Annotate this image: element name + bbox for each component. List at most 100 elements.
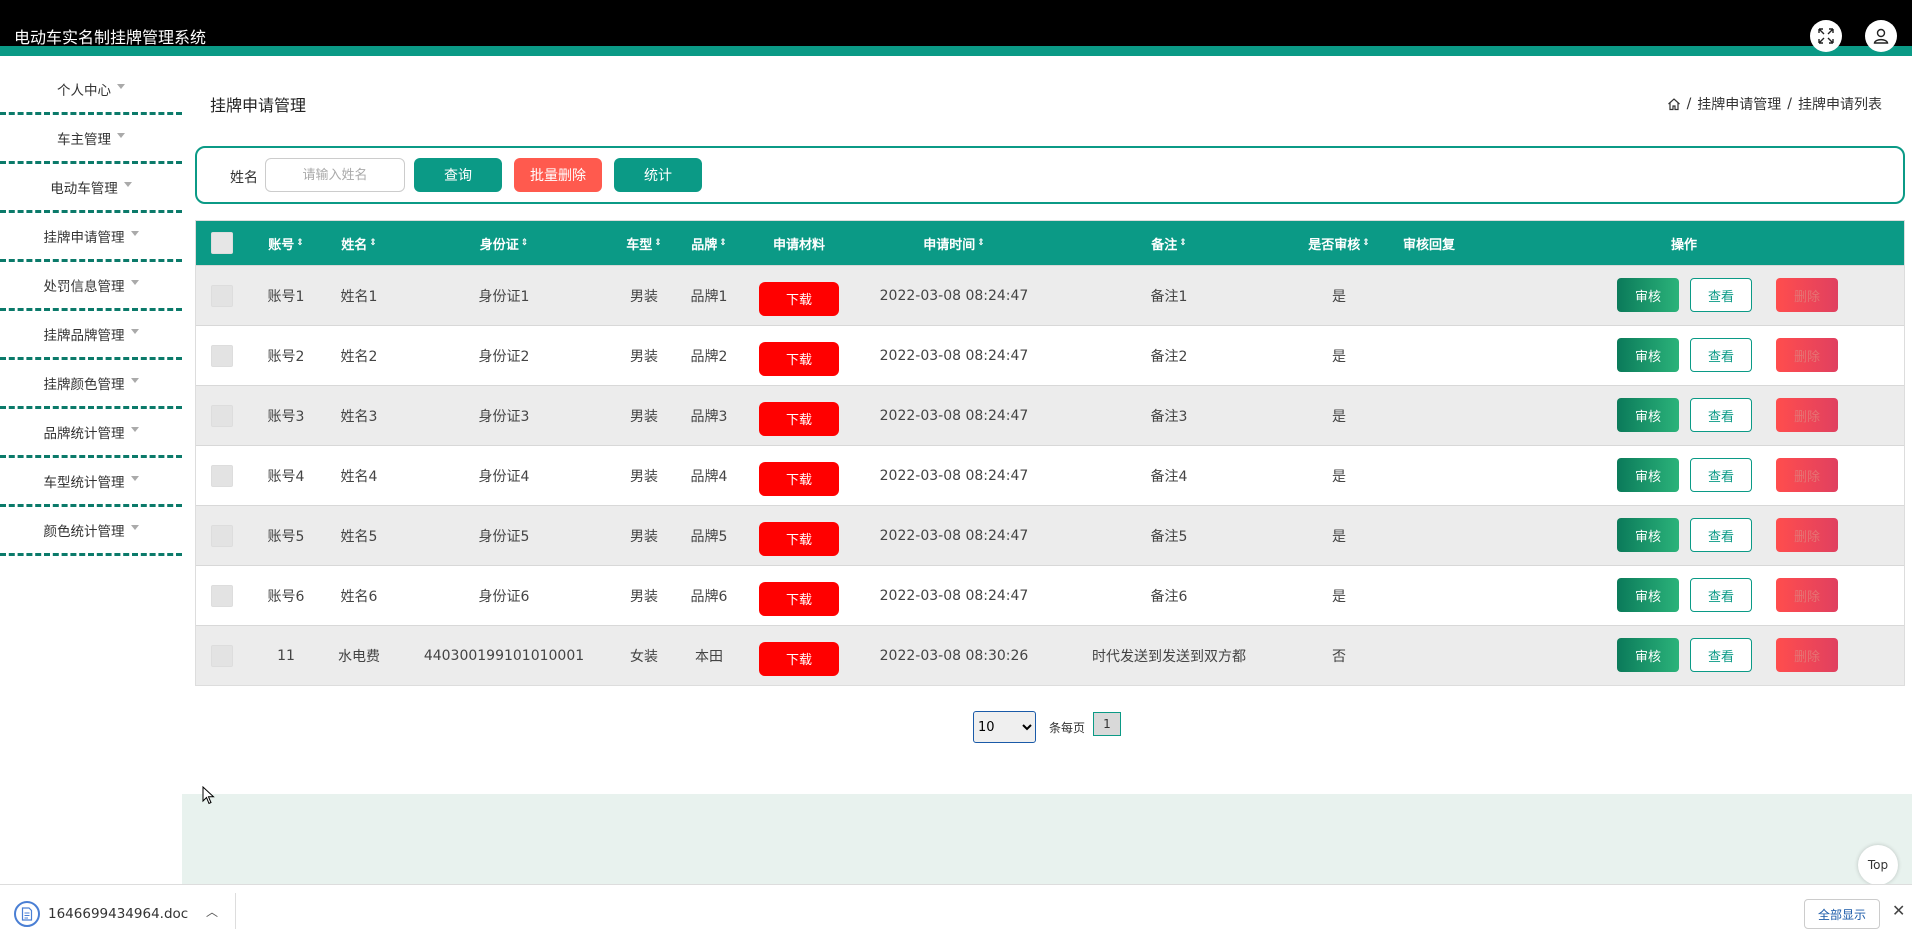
view-button[interactable]: 查看 bbox=[1690, 458, 1752, 492]
mouse-cursor-icon bbox=[202, 786, 215, 805]
audit-button[interactable]: 审核 bbox=[1617, 458, 1679, 492]
download-material-button[interactable]: 下载 bbox=[759, 401, 839, 436]
cell-reply bbox=[1394, 626, 1464, 685]
sidebar-item-plate-application[interactable]: 挂牌申请管理 bbox=[0, 213, 182, 262]
fullscreen-button[interactable] bbox=[1810, 20, 1842, 52]
row-checkbox[interactable] bbox=[211, 284, 233, 307]
header-reply: 审核回复 bbox=[1394, 221, 1464, 265]
sort-icon: ⇕ bbox=[654, 238, 662, 248]
sidebar-item-color-stats[interactable]: 颜色统计管理 bbox=[0, 507, 182, 556]
sidebar-item-personal-center[interactable]: 个人中心 bbox=[0, 66, 182, 115]
delete-button[interactable]: 删除 bbox=[1776, 278, 1838, 312]
delete-button[interactable]: 删除 bbox=[1776, 518, 1838, 552]
select-all-checkbox[interactable] bbox=[211, 232, 233, 254]
header-model[interactable]: 车型 ⇕ bbox=[614, 221, 674, 265]
user-button[interactable] bbox=[1865, 20, 1897, 52]
query-button[interactable]: 查询 bbox=[414, 158, 502, 192]
sidebar-item-plate-color[interactable]: 挂牌颜色管理 bbox=[0, 360, 182, 409]
row-checkbox[interactable] bbox=[211, 344, 233, 367]
header-label: 姓名 bbox=[341, 237, 368, 253]
breadcrumb-separator: / bbox=[1787, 96, 1792, 112]
audit-button[interactable]: 审核 bbox=[1617, 398, 1679, 432]
row-checkbox[interactable] bbox=[211, 464, 233, 487]
download-material-button[interactable]: 下载 bbox=[759, 521, 839, 556]
row-checkbox-cell bbox=[196, 626, 248, 685]
close-icon[interactable]: ✕ bbox=[1892, 901, 1905, 920]
sort-icon: ⇕ bbox=[719, 238, 727, 248]
back-to-top-button[interactable]: Top bbox=[1858, 845, 1898, 885]
audit-button[interactable]: 审核 bbox=[1617, 518, 1679, 552]
cell-model: 男装 bbox=[630, 528, 658, 545]
delete-button[interactable]: 删除 bbox=[1776, 458, 1838, 492]
sidebar-item-plate-brand[interactable]: 挂牌品牌管理 bbox=[0, 311, 182, 360]
download-material-button[interactable]: 下载 bbox=[759, 461, 839, 496]
page-number-button[interactable]: 1 bbox=[1093, 712, 1121, 736]
row-checkbox[interactable] bbox=[211, 584, 233, 607]
view-button[interactable]: 查看 bbox=[1690, 278, 1752, 312]
sidebar-item-label: 挂牌颜色管理 bbox=[43, 377, 125, 393]
cell-material: 下载 bbox=[744, 446, 854, 505]
table-row: 账号3 姓名3 身份证3 男装 品牌3 2022-03-08 08:24:47 备注3 是 下载… bbox=[196, 385, 1904, 445]
sort-icon: ⇕ bbox=[1362, 238, 1370, 248]
download-item[interactable]: 1646699434964.doc bbox=[14, 901, 188, 927]
cell-reply bbox=[1394, 506, 1464, 565]
audit-button[interactable]: 审核 bbox=[1617, 338, 1679, 372]
cell-model: 女装 bbox=[630, 648, 658, 665]
cell-brand: 品牌1 bbox=[690, 288, 728, 305]
row-checkbox[interactable] bbox=[211, 524, 233, 547]
header-brand[interactable]: 品牌 ⇕ bbox=[674, 221, 744, 265]
cell-time: 2022-03-08 08:24:47 bbox=[879, 287, 1029, 304]
stats-button[interactable]: 统计 bbox=[614, 158, 702, 192]
delete-button[interactable]: 删除 bbox=[1776, 398, 1838, 432]
delete-button[interactable]: 删除 bbox=[1776, 338, 1838, 372]
view-button[interactable]: 查看 bbox=[1690, 518, 1752, 552]
header-time[interactable]: 申请时间 ⇕ bbox=[854, 221, 1054, 265]
row-checkbox[interactable] bbox=[211, 404, 233, 427]
row-checkbox[interactable] bbox=[211, 644, 233, 667]
download-material-button[interactable]: 下载 bbox=[759, 641, 839, 676]
sidebar-item-model-stats[interactable]: 车型统计管理 bbox=[0, 458, 182, 507]
name-search-input[interactable] bbox=[265, 158, 405, 192]
sidebar-item-penalty-info[interactable]: 处罚信息管理 bbox=[0, 262, 182, 311]
header-remark[interactable]: 备注 ⇕ bbox=[1054, 221, 1284, 265]
cell-audited: 是 bbox=[1332, 528, 1346, 545]
cell-time: 2022-03-08 08:24:47 bbox=[879, 407, 1029, 424]
caret-down-icon bbox=[130, 230, 139, 236]
view-button[interactable]: 查看 bbox=[1690, 338, 1752, 372]
download-material-button[interactable]: 下载 bbox=[759, 341, 839, 376]
download-material-button[interactable]: 下载 bbox=[759, 581, 839, 616]
audit-button[interactable]: 审核 bbox=[1617, 278, 1679, 312]
header-idcard[interactable]: 身份证 ⇕ bbox=[394, 221, 614, 265]
delete-button[interactable]: 删除 bbox=[1776, 578, 1838, 612]
view-button[interactable]: 查看 bbox=[1690, 398, 1752, 432]
cell-name: 姓名1 bbox=[340, 288, 378, 305]
header-name[interactable]: 姓名 ⇕ bbox=[324, 221, 394, 265]
home-icon[interactable] bbox=[1667, 97, 1681, 111]
sidebar-item-ebike-management[interactable]: 电动车管理 bbox=[0, 164, 182, 213]
breadcrumb: / 挂牌申请管理 / 挂牌申请列表 bbox=[1667, 94, 1882, 114]
view-button[interactable]: 查看 bbox=[1690, 638, 1752, 672]
sidebar-item-owner-management[interactable]: 车主管理 bbox=[0, 115, 182, 164]
header-audited[interactable]: 是否审核 ⇕ bbox=[1284, 221, 1394, 265]
header-label: 备注 bbox=[1151, 237, 1178, 253]
breadcrumb-level1[interactable]: 挂牌申请管理 bbox=[1697, 94, 1781, 114]
cell-name: 姓名6 bbox=[340, 588, 378, 605]
header-label: 审核回复 bbox=[1402, 237, 1455, 253]
view-button[interactable]: 查看 bbox=[1690, 578, 1752, 612]
sidebar-item-brand-stats[interactable]: 品牌统计管理 bbox=[0, 409, 182, 458]
show-all-button[interactable]: 全部显示 bbox=[1804, 899, 1880, 929]
page-size-select[interactable]: 10 bbox=[973, 711, 1036, 743]
cell-reply bbox=[1394, 446, 1464, 505]
caret-down-icon bbox=[130, 426, 139, 432]
download-material-button[interactable]: 下载 bbox=[759, 281, 839, 316]
cell-remark: 备注2 bbox=[1150, 348, 1188, 365]
audit-button[interactable]: 审核 bbox=[1617, 578, 1679, 612]
cell-material: 下载 bbox=[744, 326, 854, 385]
chevron-up-icon[interactable]: ︿ bbox=[206, 903, 218, 920]
audit-button[interactable]: 审核 bbox=[1617, 638, 1679, 672]
table-row: 账号2 姓名2 身份证2 男装 品牌2 2022-03-08 08:24:47 备注2 是 下载… bbox=[196, 325, 1904, 385]
batch-delete-button[interactable]: 批量删除 bbox=[514, 158, 602, 192]
header-account[interactable]: 账号 ⇕ bbox=[248, 221, 324, 265]
delete-button[interactable]: 删除 bbox=[1776, 638, 1838, 672]
cell-account: 11 bbox=[277, 647, 295, 664]
